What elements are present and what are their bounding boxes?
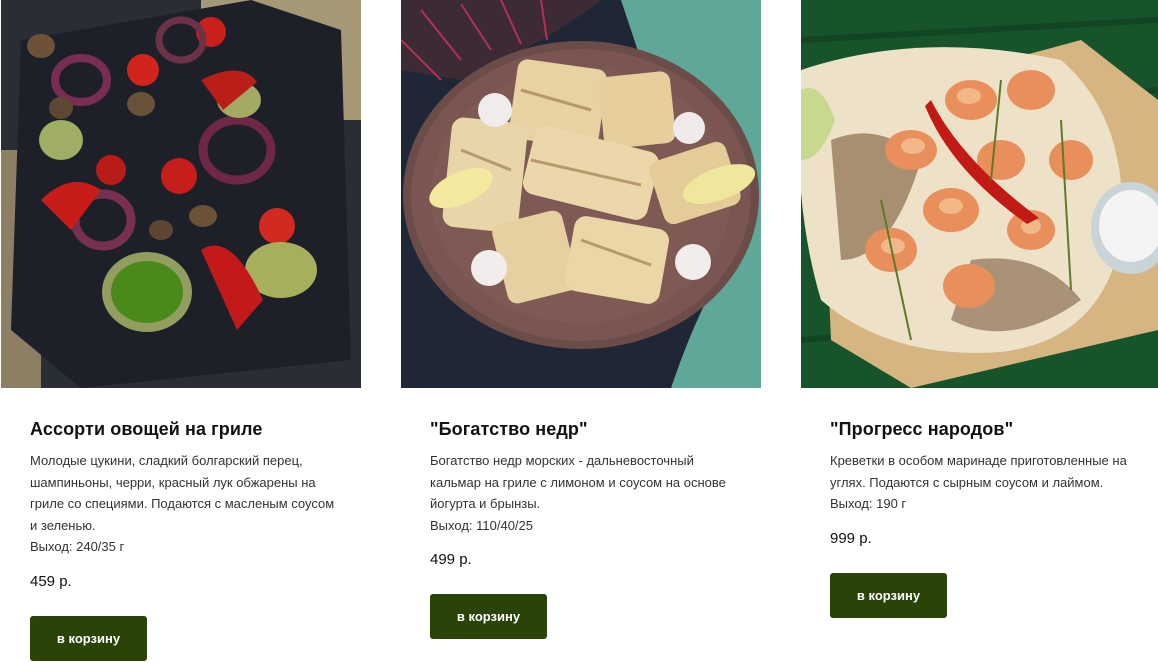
product-card: "Прогресс народов" Креветки в особом мар… <box>801 0 1158 663</box>
product-info: "Прогресс народов" Креветки в особом мар… <box>830 416 1140 618</box>
product-photo-grilled-squid[interactable] <box>401 0 761 388</box>
product-info: Ассорти овощей на гриле Молодые цукини, … <box>30 416 340 661</box>
product-title[interactable]: "Богатство недр" <box>430 416 740 442</box>
product-description: Молодые цукини, сладкий болгарский перец… <box>30 453 335 533</box>
product-description: Богатство недр морских - дальневосточный… <box>430 453 726 511</box>
product-weight: Выход: 190 г <box>830 496 907 511</box>
product-price: 999 р. <box>830 529 872 547</box>
product-title[interactable]: "Прогресс народов" <box>830 416 1140 442</box>
product-title[interactable]: Ассорти овощей на гриле <box>30 416 340 442</box>
product-price: 499 р. <box>430 551 472 568</box>
product-card: Ассорти овощей на гриле Молодые цукини, … <box>1 0 361 663</box>
add-to-cart-button[interactable]: в корзину <box>430 594 547 639</box>
product-photo-grilled-vegetables[interactable] <box>1 0 361 388</box>
product-grid: Ассорти овощей на гриле Молодые цукини, … <box>0 0 1158 663</box>
product-weight: Выход: 110/40/25 <box>430 517 533 533</box>
product-description: Креветки в особом маринаде приготовленны… <box>830 453 1127 490</box>
product-photo-grilled-shrimp[interactable] <box>801 0 1158 388</box>
add-to-cart-button[interactable]: в корзину <box>30 615 147 661</box>
product-info: "Богатство недр" Богатство недр морских … <box>430 416 740 639</box>
product-card: "Богатство недр" Богатство недр морских … <box>401 0 761 663</box>
product-price: 459 р. <box>30 572 72 590</box>
product-weight: Выход: 240/35 г <box>30 539 125 554</box>
add-to-cart-button[interactable]: в корзину <box>830 572 947 618</box>
